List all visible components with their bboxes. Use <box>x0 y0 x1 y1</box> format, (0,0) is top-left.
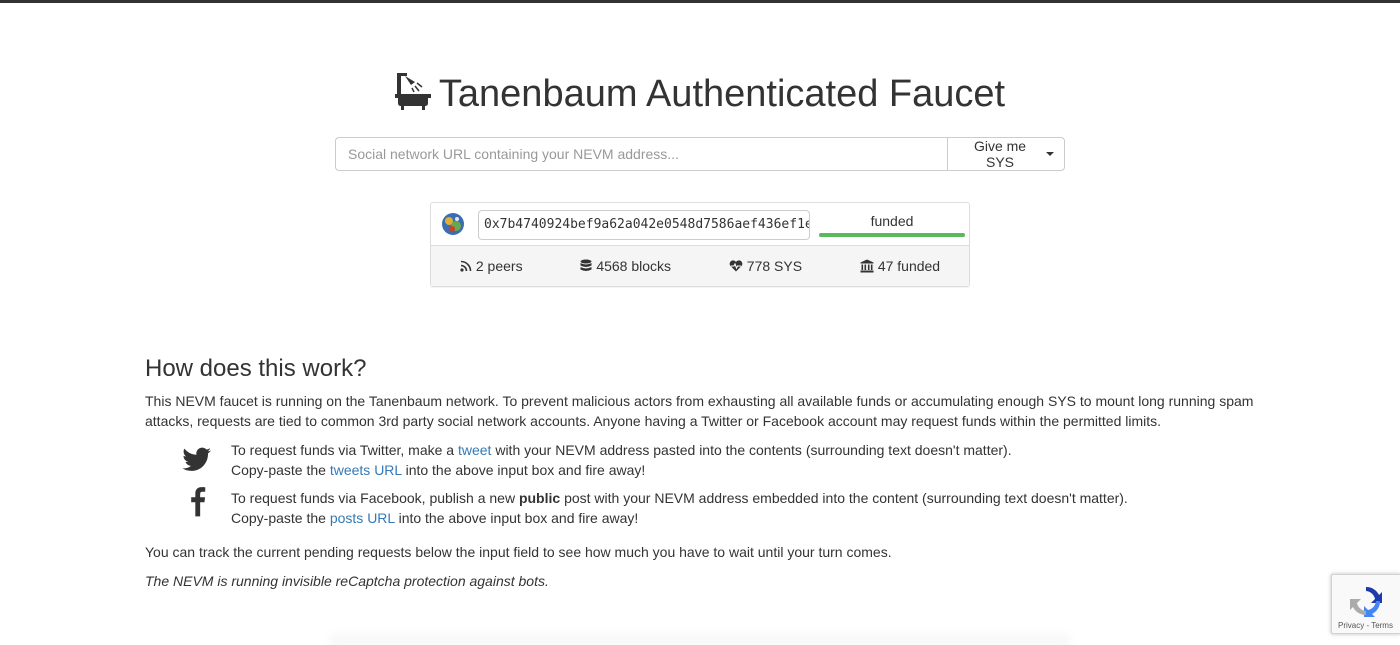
recaptcha-badge[interactable]: Privacy - Terms <box>1331 574 1400 634</box>
captcha-note: The NEVM is running invisible reCaptcha … <box>145 573 549 589</box>
twitter-icon <box>182 447 212 471</box>
heartbeat-icon <box>729 260 743 272</box>
twitter-text: To request funds via Twitter, make a twe… <box>231 440 1012 480</box>
twitter-line-2: Copy-paste the tweets URL into the above… <box>231 462 646 478</box>
recaptcha-terms[interactable]: Privacy - Terms <box>1338 621 1393 630</box>
facebook-text: To request funds via Facebook, publish a… <box>231 488 1128 528</box>
address-field[interactable]: 0x7b4740924bef9a62a042e0548d7586aef436ef… <box>478 210 810 240</box>
stat-funds: 778 SYS <box>729 258 802 274</box>
facebook-line-2: Copy-paste the posts URL into the above … <box>231 510 639 526</box>
stat-peers: 2 peers <box>460 258 523 274</box>
page-title-text: Tanenbaum Authenticated Faucet <box>438 73 1006 115</box>
tweet-link[interactable]: tweet <box>458 442 491 458</box>
posts-url-link[interactable]: posts URL <box>330 510 395 526</box>
next-panel-shadow <box>330 630 1070 645</box>
tracking-note: You can track the current pending reques… <box>145 544 892 560</box>
stat-blocks: 4568 blocks <box>580 258 671 274</box>
top-border <box>0 0 1400 3</box>
twitter-instructions: To request funds via Twitter, make a twe… <box>145 440 1255 488</box>
page-title: Tanenbaum Authenticated Faucet <box>0 70 1400 118</box>
recaptcha-icon <box>1350 586 1382 617</box>
request-panel: 0x7b4740924bef9a62a042e0548d7586aef436ef… <box>430 202 970 287</box>
twitter-line-1: To request funds via Twitter, make a twe… <box>231 442 1012 458</box>
give-me-sys-label: Give me SYS <box>973 138 1027 170</box>
stats-footer: 2 peers 4568 blocks 778 SYS 47 funded <box>431 245 969 286</box>
bath-icon <box>394 73 431 110</box>
rss-icon <box>460 260 472 272</box>
status-progress-bar <box>819 233 965 237</box>
facebook-icon <box>191 487 206 517</box>
help-section: How does this work? This NEVM faucet is … <box>145 352 1255 591</box>
request-status: funded <box>870 213 914 229</box>
facebook-instructions: To request funds via Facebook, publish a… <box>145 487 1255 536</box>
caret-down-icon <box>1046 152 1054 156</box>
social-url-input[interactable] <box>335 137 947 171</box>
tweets-url-link[interactable]: tweets URL <box>330 462 402 478</box>
stat-funded: 47 funded <box>860 258 940 274</box>
search-group: Give me SYS <box>335 137 1065 171</box>
give-me-sys-button[interactable]: Give me SYS <box>947 137 1065 171</box>
request-row: 0x7b4740924bef9a62a042e0548d7586aef436ef… <box>431 203 969 245</box>
avatar <box>439 210 467 238</box>
help-intro: This NEVM faucet is running on the Tanen… <box>145 393 1254 429</box>
help-heading: How does this work? <box>145 355 367 382</box>
facebook-line-1: To request funds via Facebook, publish a… <box>231 490 1128 506</box>
database-icon <box>580 259 592 271</box>
bank-icon <box>860 259 874 273</box>
